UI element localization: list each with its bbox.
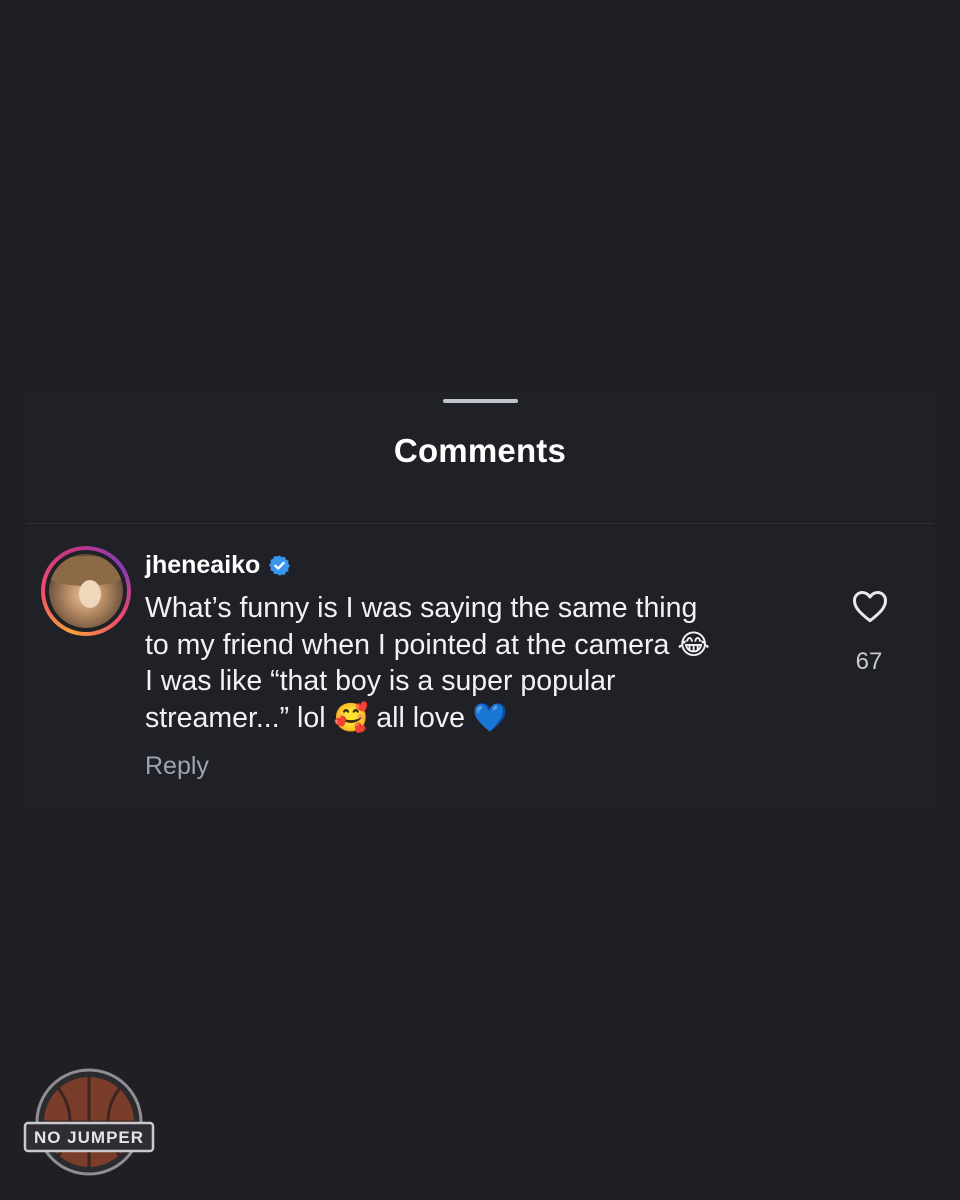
avatar[interactable] <box>41 546 131 636</box>
comment-line: streamer...” lol 🥰 all love 💙 <box>145 700 825 737</box>
heart-outline-icon[interactable] <box>851 588 889 624</box>
comment-header: jheneaiko <box>145 548 291 582</box>
avatar-story-ring-gap <box>45 550 127 632</box>
comment-line: to my friend when I pointed at the camer… <box>145 627 825 664</box>
reply-button[interactable]: Reply <box>145 752 209 781</box>
sheet-drag-handle[interactable] <box>443 399 518 403</box>
sheet-title: Comments <box>393 432 567 469</box>
comment-line-text: all love <box>376 701 465 734</box>
laughing-emoji: 😂 <box>677 627 711 661</box>
comment-username[interactable]: jheneaiko <box>145 551 260 580</box>
avatar-photo <box>49 554 123 628</box>
comment-line: What’s funny is I was saying the same th… <box>145 592 698 624</box>
no-jumper-logo: NO JUMPER <box>23 1068 155 1176</box>
verified-badge-icon <box>269 554 291 576</box>
comment-line-text: to my friend when I pointed at the camer… <box>145 628 670 661</box>
header-divider <box>26 523 934 524</box>
avatar-face-shape <box>79 580 101 608</box>
comment-line-text: streamer...” lol <box>145 701 326 734</box>
comment-line: I was like “that boy is a super popular <box>145 665 616 697</box>
logo-text: NO JUMPER <box>34 1128 144 1147</box>
blue-heart-emoji: 💙 <box>472 700 508 734</box>
comment-body: What’s funny is I was saying the same th… <box>145 590 825 736</box>
like-count: 67 <box>855 648 883 675</box>
smiling-hearts-emoji: 🥰 <box>333 700 369 734</box>
